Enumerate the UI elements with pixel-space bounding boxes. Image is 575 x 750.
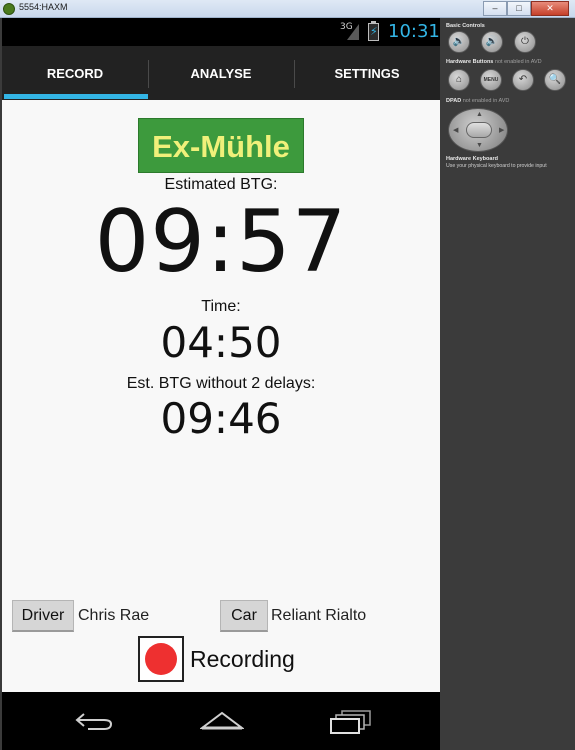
record-dot-icon	[145, 643, 177, 675]
status-bar: 3G ⚡ 10:31	[2, 18, 440, 46]
tab-analyse[interactable]: ANALYSE	[148, 46, 294, 100]
window-title: 5554:HAXM	[19, 2, 68, 12]
window-titlebar: 5554:HAXM – □ ✕	[0, 0, 575, 18]
home-hardware-icon[interactable]: ⌂	[448, 69, 470, 91]
recording-label: Recording	[190, 646, 295, 672]
power-icon[interactable]: ⏻	[514, 31, 536, 53]
app-icon	[3, 3, 15, 15]
dpad-control[interactable]: ▲ ▼ ◀ ▶	[448, 108, 508, 152]
car-button[interactable]: Car	[220, 600, 268, 632]
recent-apps-icon[interactable]	[330, 710, 372, 734]
elapsed-time-label: Time:	[201, 298, 241, 315]
btg-without-delays-label: Est. BTG without 2 delays:	[126, 375, 316, 392]
hardware-buttons-note: not enabled in AVD	[494, 59, 542, 65]
tab-settings[interactable]: SETTINGS	[294, 46, 440, 100]
car-name: Reliant Rialto	[271, 607, 367, 624]
elapsed-time-value: 04:50	[160, 318, 282, 367]
volume-down-icon[interactable]: 🔉	[448, 31, 470, 53]
dpad-note: not enabled in AVD	[462, 98, 510, 104]
driver-name: Chris Rae	[78, 607, 150, 624]
station-name[interactable]: Ex-Mühle	[138, 118, 304, 173]
maximize-button[interactable]: □	[507, 1, 531, 16]
record-toggle-button[interactable]	[138, 636, 184, 682]
dpad-down-icon[interactable]: ▼	[476, 142, 483, 149]
hardware-buttons-label: Hardware Buttons	[446, 59, 494, 65]
dpad-center-button[interactable]	[466, 122, 492, 138]
window-controls: – □ ✕	[483, 1, 569, 16]
search-icon[interactable]: 🔍	[544, 69, 566, 91]
keyboard-heading: Hardware Keyboard	[446, 156, 498, 162]
btg-without-delays-value: 09:46	[160, 394, 282, 443]
signal-icon	[347, 24, 359, 40]
dpad-right-icon[interactable]: ▶	[499, 126, 504, 134]
battery-icon: ⚡	[368, 21, 379, 41]
dpad-label: DPAD	[446, 98, 462, 104]
keyboard-hint: Use your physical keyboard to provide in…	[446, 163, 547, 169]
dpad-left-icon[interactable]: ◀	[453, 126, 458, 134]
dpad-up-icon[interactable]: ▲	[476, 111, 483, 118]
back-hardware-icon[interactable]: ↶	[512, 69, 534, 91]
minimize-button[interactable]: –	[483, 1, 507, 16]
estimated-btg-value: 09:57	[94, 192, 348, 292]
record-content: Ex-Mühle Estimated BTG: 09:57 Time: 04:5…	[2, 100, 440, 692]
volume-up-icon[interactable]: 🔊	[481, 31, 503, 53]
driver-button[interactable]: Driver	[12, 600, 74, 632]
tab-record[interactable]: RECORD	[2, 46, 148, 100]
navigation-bar	[2, 692, 440, 750]
dpad-heading: DPAD not enabled in AVD	[446, 98, 509, 104]
home-icon[interactable]	[200, 710, 244, 732]
phone-screen: 3G ⚡ 10:31 RECORD ANALYSE SETTINGS Ex-Mü…	[2, 18, 440, 750]
status-clock: 10:31	[388, 21, 440, 42]
hardware-buttons-heading: Hardware Buttons not enabled in AVD	[446, 59, 542, 65]
back-icon[interactable]	[74, 710, 114, 732]
close-button[interactable]: ✕	[531, 1, 569, 16]
menu-hardware-button[interactable]: MENU	[480, 69, 502, 91]
basic-controls-heading: Basic Controls	[446, 23, 485, 29]
selected-tab-indicator	[4, 94, 148, 99]
tab-bar: RECORD ANALYSE SETTINGS	[2, 46, 440, 100]
emulator-control-panel: Basic Controls 🔉 🔊 ⏻ Hardware Buttons no…	[440, 18, 575, 750]
